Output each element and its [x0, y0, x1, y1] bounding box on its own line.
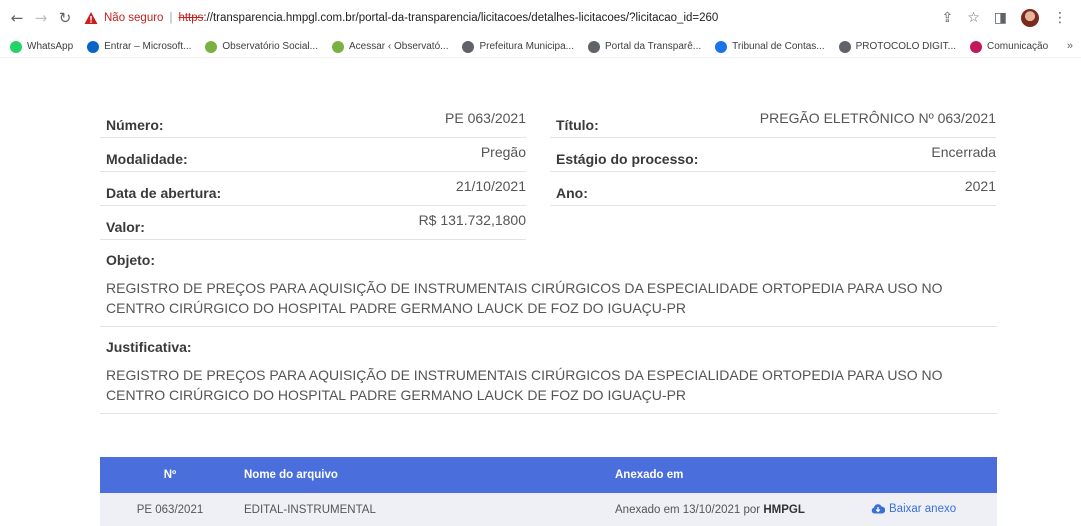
- header-numero: Nº: [163, 469, 177, 481]
- bookmark-label: Observatório Social...: [222, 41, 318, 52]
- browser-actions: ⇪ ☆ ◨ ⋮: [941, 9, 1077, 27]
- not-secure-label: Não seguro: [104, 12, 164, 24]
- detail-label: Estágio do processo:: [556, 151, 699, 167]
- bookmark-item[interactable]: Acessar ‹ Observató...: [332, 40, 449, 53]
- bookmark-item[interactable]: Comunicação: [970, 40, 1049, 53]
- detail-value: R$ 131.732,1800: [418, 212, 526, 228]
- reload-icon[interactable]: ↻: [54, 7, 76, 29]
- anexado-prefix: Anexado em 13/10/2021 por: [615, 504, 764, 516]
- detail-label: Data de abertura:: [106, 185, 222, 201]
- cell-download: Baixar anexo: [842, 493, 997, 526]
- detail-label: Ano:: [556, 185, 588, 201]
- details-left-column: Número: PE 063/2021 Modalidade: Pregão Data …: [100, 104, 538, 240]
- objeto-label: Objeto:: [106, 252, 155, 268]
- bookmark-favicon-icon: [87, 40, 100, 53]
- justificativa-text: REGISTRO DE PREÇOS PARA AQUISIÇÃO DE INS…: [106, 367, 943, 403]
- cloud-download-icon: [871, 504, 885, 514]
- bookmark-item[interactable]: Entrar – Microsoft...: [87, 40, 192, 53]
- warning-icon: [84, 11, 98, 25]
- share-icon[interactable]: ⇪: [941, 10, 953, 26]
- browser-toolbar: ← → ↻ Não seguro | https ://transparenci…: [0, 0, 1081, 36]
- bookmark-item[interactable]: Observatório Social...: [205, 40, 318, 53]
- bookmark-item[interactable]: Portal da Transparê...: [587, 40, 702, 53]
- detail-row: Número: PE 063/2021: [100, 104, 526, 138]
- detail-row: Ano: 2021: [550, 172, 996, 206]
- detail-row: Estágio do processo: Encerrada: [550, 138, 996, 172]
- detail-value: PREGÃO ELETRÔNICO Nº 063/2021: [759, 110, 996, 126]
- files-table: Nº Nome do arquivo Anexado em PE 063/202…: [100, 457, 997, 526]
- detail-label: Modalidade:: [106, 151, 188, 167]
- bookmark-item[interactable]: PROTOCOLO DIGIT...: [838, 40, 957, 53]
- detail-value: 2021: [964, 178, 996, 194]
- objeto-section: Objeto: REGISTRO DE PREÇOS PARA AQUISIÇÃ…: [100, 252, 997, 327]
- nav-buttons: ← → ↻: [6, 7, 76, 29]
- profile-avatar[interactable]: [1021, 9, 1039, 27]
- bookmark-favicon-icon: [462, 40, 475, 53]
- bookmark-favicon-icon: [715, 40, 728, 53]
- url-text: ://transparencia.hmpgl.com.br/portal-da-…: [203, 12, 719, 24]
- bookmark-label: PROTOCOLO DIGIT...: [855, 41, 957, 52]
- bookmark-favicon-icon: [838, 40, 851, 53]
- anexado-user: HMPGL: [763, 504, 805, 516]
- download-link[interactable]: Baixar anexo: [871, 503, 956, 515]
- menu-dots-icon[interactable]: ⋮: [1053, 10, 1067, 26]
- bookmarks-bar: WhatsApp Entrar – Microsoft... Observatóri…: [0, 36, 1081, 58]
- bookmark-item[interactable]: Prefeitura Municipa...: [462, 40, 574, 53]
- side-panel-icon[interactable]: ◨: [994, 10, 1007, 26]
- cell-anexado: Anexado em 13/10/2021 por HMPGL: [462, 493, 842, 526]
- table-row: PE 063/2021 EDITAL-INSTRUMENTAL Anexado …: [100, 493, 997, 526]
- address-bar[interactable]: Não seguro | https ://transparencia.hmpg…: [84, 4, 941, 32]
- detail-label: Número:: [106, 117, 164, 133]
- bookmarks-more-icon[interactable]: »: [1067, 40, 1073, 52]
- bookmark-item[interactable]: WhatsApp: [10, 40, 74, 53]
- forward-arrow-icon[interactable]: →: [30, 7, 52, 29]
- bookmark-favicon-icon: [205, 40, 218, 53]
- detail-label: Título:: [556, 117, 599, 133]
- files-table-header: Nº Nome do arquivo Anexado em: [100, 457, 997, 493]
- cell-numero: PE 063/2021: [136, 504, 204, 516]
- justificativa-label: Justificativa:: [106, 339, 192, 355]
- detail-value: 21/10/2021: [455, 178, 526, 194]
- download-label: Baixar anexo: [889, 502, 957, 515]
- detail-label: Valor:: [106, 219, 145, 235]
- star-bookmark-icon[interactable]: ☆: [967, 10, 980, 26]
- detail-row: Título: PREGÃO ELETRÔNICO Nº 063/2021: [550, 104, 996, 138]
- details-right-column: Título: PREGÃO ELETRÔNICO Nº 063/2021 Está…: [538, 104, 996, 240]
- bookmark-item[interactable]: Tribunal de Contas...: [715, 40, 825, 53]
- licitacao-details: Número: PE 063/2021 Modalidade: Pregão Data …: [100, 104, 997, 414]
- back-arrow-icon[interactable]: ←: [6, 7, 28, 29]
- url-separator: |: [169, 12, 173, 24]
- justificativa-section: Justificativa: REGISTRO DE PREÇOS PARA A…: [100, 339, 997, 414]
- bookmark-label: Acessar ‹ Observató...: [349, 41, 449, 52]
- detail-value: Encerrada: [931, 144, 996, 160]
- url-scheme: https: [178, 12, 204, 24]
- detail-row: Modalidade: Pregão: [100, 138, 526, 172]
- bookmark-favicon-icon: [332, 40, 344, 53]
- cell-arquivo: EDITAL-INSTRUMENTAL: [244, 504, 376, 516]
- header-anexado-em: Anexado em: [615, 469, 684, 481]
- bookmark-label: Prefeitura Municipa...: [479, 41, 574, 52]
- bookmark-favicon-icon: [587, 40, 600, 53]
- detail-value: Pregão: [480, 144, 526, 160]
- detail-row: Data de abertura: 21/10/2021: [100, 172, 526, 206]
- header-nome-arquivo: Nome do arquivo: [244, 469, 338, 481]
- bookmark-favicon-icon: [10, 40, 22, 53]
- bookmark-label: Comunicação: [987, 41, 1049, 52]
- detail-value: PE 063/2021: [445, 110, 526, 126]
- bookmark-label: WhatsApp: [27, 41, 74, 52]
- bookmark-favicon-icon: [970, 40, 983, 53]
- objeto-text: REGISTRO DE PREÇOS PARA AQUISIÇÃO DE INS…: [106, 280, 943, 316]
- detail-row: Valor: R$ 131.732,1800: [100, 206, 526, 240]
- header-actions: [842, 457, 997, 493]
- bookmark-label: Entrar – Microsoft...: [104, 41, 192, 52]
- bookmark-label: Portal da Transparê...: [604, 41, 702, 52]
- bookmark-label: Tribunal de Contas...: [732, 41, 825, 52]
